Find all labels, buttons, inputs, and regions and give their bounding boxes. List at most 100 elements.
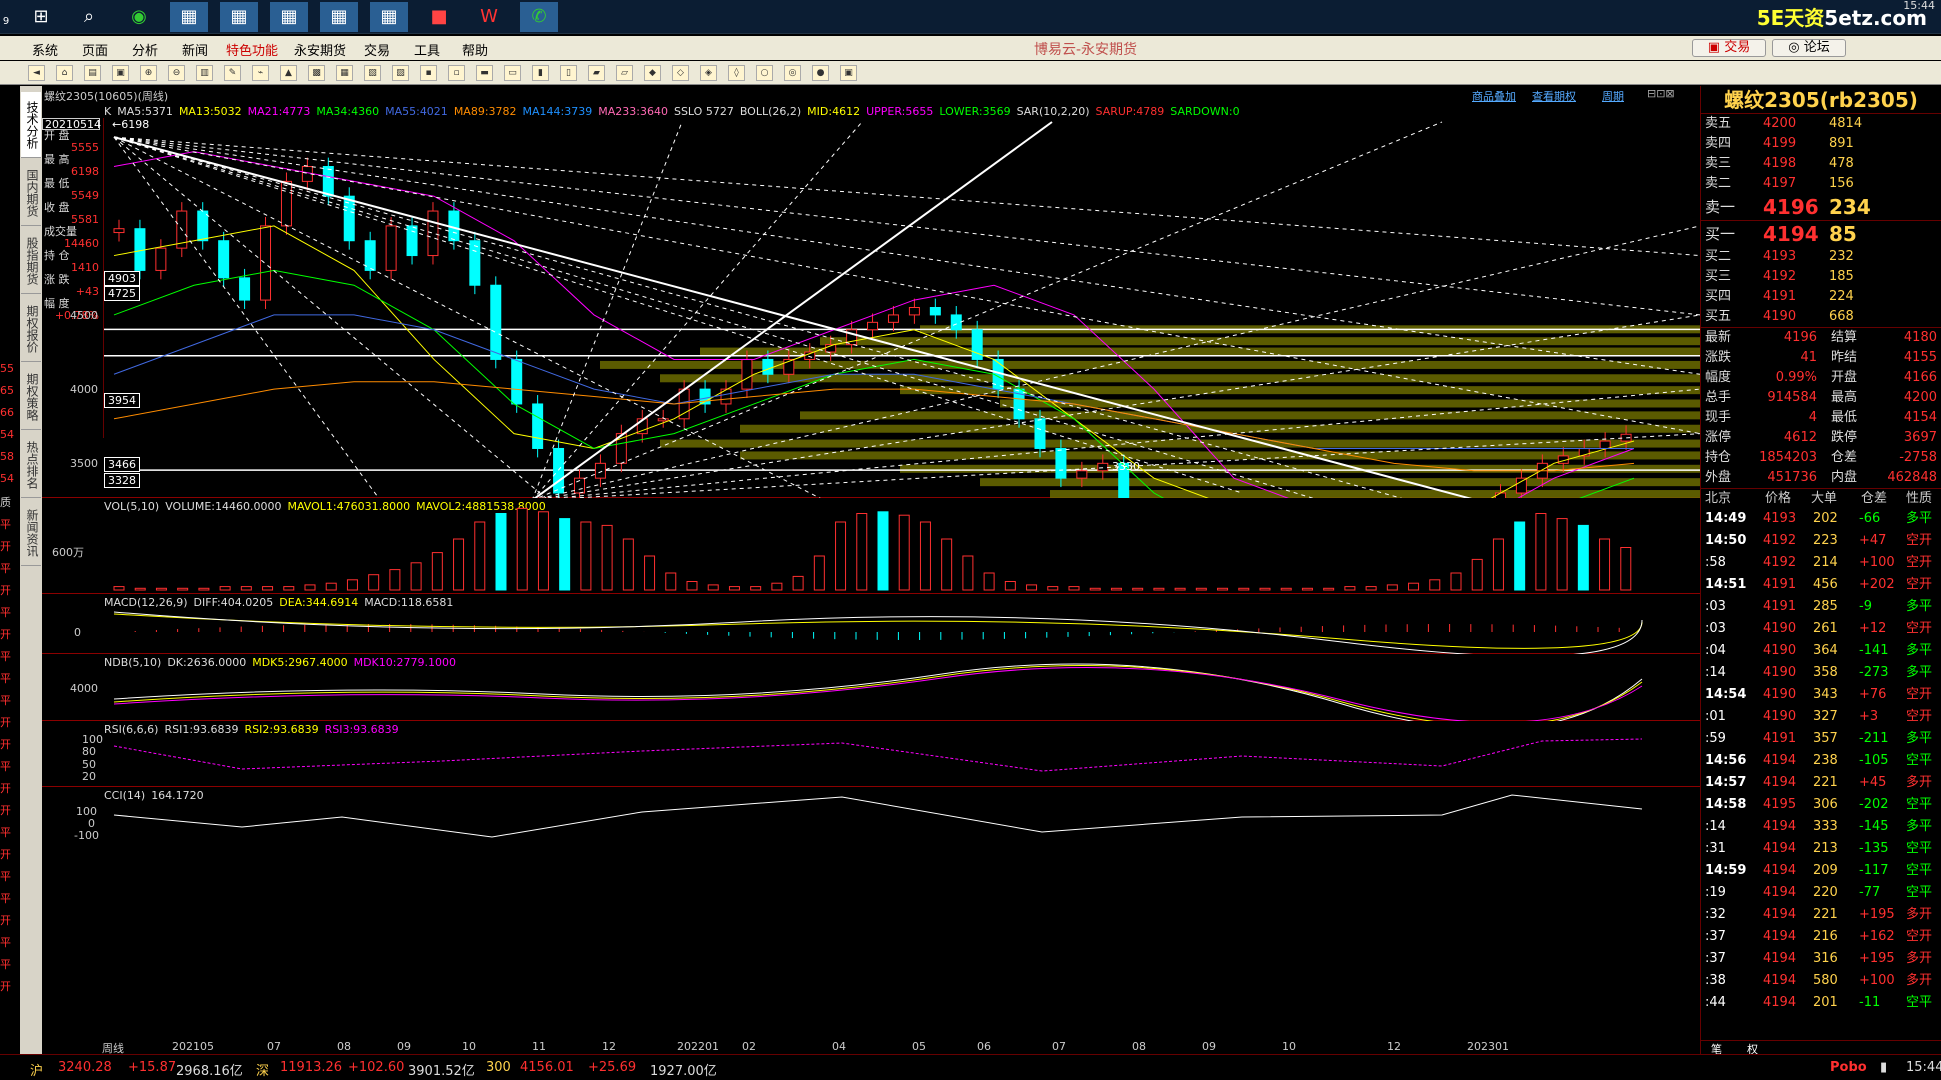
toolbar-icon[interactable]: ▣ bbox=[112, 65, 129, 81]
app-icon[interactable]: ◉ bbox=[120, 2, 158, 32]
vtab-4[interactable]: 期权策略 bbox=[21, 364, 41, 430]
toolbar-icon[interactable]: ◎ bbox=[784, 65, 801, 81]
toolbar-icon[interactable]: ○ bbox=[756, 65, 773, 81]
toolbar-icon[interactable]: ▰ bbox=[588, 65, 605, 81]
toolbar-icon[interactable]: ▦ bbox=[336, 65, 353, 81]
stat-row: 涨跌 41 昨结 4155 bbox=[1705, 350, 1937, 365]
window-icon[interactable]: ▦ bbox=[320, 2, 358, 32]
bid-row[interactable]: 买五 4190 668 bbox=[1701, 307, 1941, 327]
trade-button[interactable]: ▣ 交易 bbox=[1692, 39, 1766, 57]
bid-row[interactable]: 买四 4191 224 bbox=[1701, 287, 1941, 307]
menu-item[interactable]: 工具 bbox=[414, 40, 440, 59]
ask-row[interactable]: 卖一 4196 234 bbox=[1701, 194, 1941, 220]
toolbar-icon[interactable]: ◆ bbox=[644, 65, 661, 81]
macd-svg bbox=[113, 611, 1643, 654]
toolbar-icon[interactable]: ▥ bbox=[196, 65, 213, 81]
toolbar-icon[interactable]: ▤ bbox=[84, 65, 101, 81]
partial-cell: 54 bbox=[0, 428, 14, 441]
forum-button[interactable]: ◎ 论坛 bbox=[1772, 39, 1846, 57]
toolbar-icon[interactable]: ▮ bbox=[532, 65, 549, 81]
window-icon[interactable]: ▦ bbox=[170, 2, 208, 32]
menu-item[interactable]: 帮助 bbox=[462, 40, 488, 59]
window-icon[interactable]: ▦ bbox=[370, 2, 408, 32]
bid-row[interactable]: 买三 4192 185 bbox=[1701, 267, 1941, 287]
toolbar-icon[interactable]: ⊕ bbox=[140, 65, 157, 81]
ndb-pane[interactable]: NDB(5,10) DK:2636.0000 MDK5:2967.4000 MDK10… bbox=[42, 654, 1700, 721]
menu-item[interactable]: 系统 bbox=[32, 40, 58, 59]
toolbar-icon[interactable]: ◊ bbox=[728, 65, 745, 81]
ask-row[interactable]: 卖二 4197 156 bbox=[1701, 174, 1941, 194]
app-icon[interactable]: ■ bbox=[420, 2, 458, 32]
partial-cell: 开 bbox=[0, 628, 11, 641]
menu-item[interactable]: 交易 bbox=[364, 40, 390, 59]
toolbar-icon[interactable]: ▯ bbox=[560, 65, 577, 81]
toolbar-icon[interactable]: ▧ bbox=[364, 65, 381, 81]
menu-item[interactable]: 特色功能 bbox=[226, 40, 278, 59]
wechat-icon[interactable]: ✆ bbox=[520, 2, 558, 32]
vtab-6[interactable]: 新闻资讯 bbox=[21, 500, 41, 566]
search-icon[interactable]: ⌕ bbox=[70, 2, 108, 32]
wps-icon[interactable]: W bbox=[470, 2, 508, 32]
tick-header: 北京 价格 大单 仓差 性质 bbox=[1701, 488, 1941, 508]
x-tick: 12 bbox=[602, 1040, 616, 1053]
toolbar-icon[interactable]: ◄ bbox=[28, 65, 45, 81]
toolbar-icon[interactable]: ▱ bbox=[616, 65, 633, 81]
vtab-3[interactable]: 期权报价 bbox=[21, 296, 41, 362]
toolbar-icon[interactable]: ▨ bbox=[392, 65, 409, 81]
low-marker: 3330 bbox=[1112, 460, 1140, 473]
toolbar-icon[interactable]: ▪ bbox=[420, 65, 437, 81]
bid-row[interactable]: 买一 4194 85 bbox=[1701, 221, 1941, 247]
stat-row: 最新 4196 结算 4180 bbox=[1705, 330, 1937, 345]
window-icon[interactable]: ▦ bbox=[270, 2, 308, 32]
toolbar-icon[interactable]: ⌂ bbox=[56, 65, 73, 81]
vtab-1[interactable]: 国内期货 bbox=[21, 160, 41, 226]
vtab-2[interactable]: 股指期货 bbox=[21, 228, 41, 294]
tick-row: :04 4190 364 -141 多平 bbox=[1705, 643, 1933, 658]
partial-cell: 54 bbox=[0, 472, 14, 485]
toolbar-icon[interactable]: ▭ bbox=[504, 65, 521, 81]
toolbar-icon[interactable]: ⌁ bbox=[252, 65, 269, 81]
kline-pane[interactable]: K MA5:5371 MA13:5032 MA21:4773 MA34:4360 MA55… bbox=[42, 104, 1700, 498]
toolbar-icon[interactable]: ▬ bbox=[476, 65, 493, 81]
toolbar-icon[interactable]: ● bbox=[812, 65, 829, 81]
window-icon[interactable]: ▦ bbox=[220, 2, 258, 32]
menu-item[interactable]: 新闻 bbox=[182, 40, 208, 59]
toolbar-icon[interactable]: ▩ bbox=[308, 65, 325, 81]
bid-row[interactable]: 买二 4193 232 bbox=[1701, 247, 1941, 267]
options-link[interactable]: 查看期权 bbox=[1532, 88, 1576, 104]
toolbar-icon[interactable]: ▲ bbox=[280, 65, 297, 81]
x-tick: 10 bbox=[1282, 1040, 1296, 1053]
tick-row: :38 4194 580 +100 多开 bbox=[1705, 973, 1933, 988]
ask-row[interactable]: 卖五 4200 4814 bbox=[1701, 114, 1941, 134]
tick-row: 14:57 4194 221 +45 多开 bbox=[1705, 775, 1933, 790]
macd-pane[interactable]: MACD(12,26,9) DIFF:404.0205 DEA:344.6914 MA… bbox=[42, 594, 1700, 654]
toolbar-icon[interactable]: ◈ bbox=[700, 65, 717, 81]
toolbar-icon[interactable]: ✎ bbox=[224, 65, 241, 81]
chart-area: 螺纹2305(10605)(周线) 商品叠加 查看期权 周期 ⊟⊡⊠ K MA5:… bbox=[42, 86, 1700, 1054]
cci-pane[interactable]: CCI(14) 164.1720 100 0 -100 bbox=[42, 787, 1700, 1039]
tick-list[interactable]: 14:49 4193 202 -66 多平 14:50 4192 223 +47 空开:58 419… bbox=[1701, 508, 1941, 1014]
partial-cell: 平 bbox=[0, 936, 11, 949]
partial-cell: 开 bbox=[0, 584, 11, 597]
volume-pane[interactable]: VOL(5,10) VOLUME:14460.0000 MAVOL1:476031.… bbox=[42, 498, 1700, 594]
menu-item[interactable]: 永安期货 bbox=[294, 40, 346, 59]
period-link[interactable]: 周期 bbox=[1602, 88, 1624, 104]
toolbar-icon[interactable]: ◇ bbox=[672, 65, 689, 81]
start-icon[interactable]: ⊞ bbox=[22, 2, 60, 32]
vtab-5[interactable]: 热点排名 bbox=[21, 432, 41, 498]
quote-stats: 最新 4196 结算 4180 涨跌 41 昨结 4155 幅度 0.99% 开盘 4166 总手 914… bbox=[1701, 327, 1941, 488]
toolbar-icon[interactable]: ▣ bbox=[840, 65, 857, 81]
window-controls-icon[interactable]: ⊟⊡⊠ bbox=[1647, 87, 1675, 100]
vtab-0[interactable]: 技术分析 bbox=[21, 92, 41, 158]
toolbar-icon[interactable]: ⊖ bbox=[168, 65, 185, 81]
ask-row[interactable]: 卖三 4198 478 bbox=[1701, 154, 1941, 174]
menu-item[interactable]: 分析 bbox=[132, 40, 158, 59]
tick-row: 14:56 4194 238 -105 空平 bbox=[1705, 753, 1933, 768]
rsi-pane[interactable]: RSI(6,6,6) RSI1:93.6839 RSI2:93.6839 RSI3:9… bbox=[42, 721, 1700, 787]
overlay-link[interactable]: 商品叠加 bbox=[1472, 88, 1516, 104]
partial-cell: 平 bbox=[0, 606, 11, 619]
menu-item[interactable]: 页面 bbox=[82, 40, 108, 59]
partial-cell: 平 bbox=[0, 650, 11, 663]
ask-row[interactable]: 卖四 4199 891 bbox=[1701, 134, 1941, 154]
toolbar-icon[interactable]: ▫ bbox=[448, 65, 465, 81]
